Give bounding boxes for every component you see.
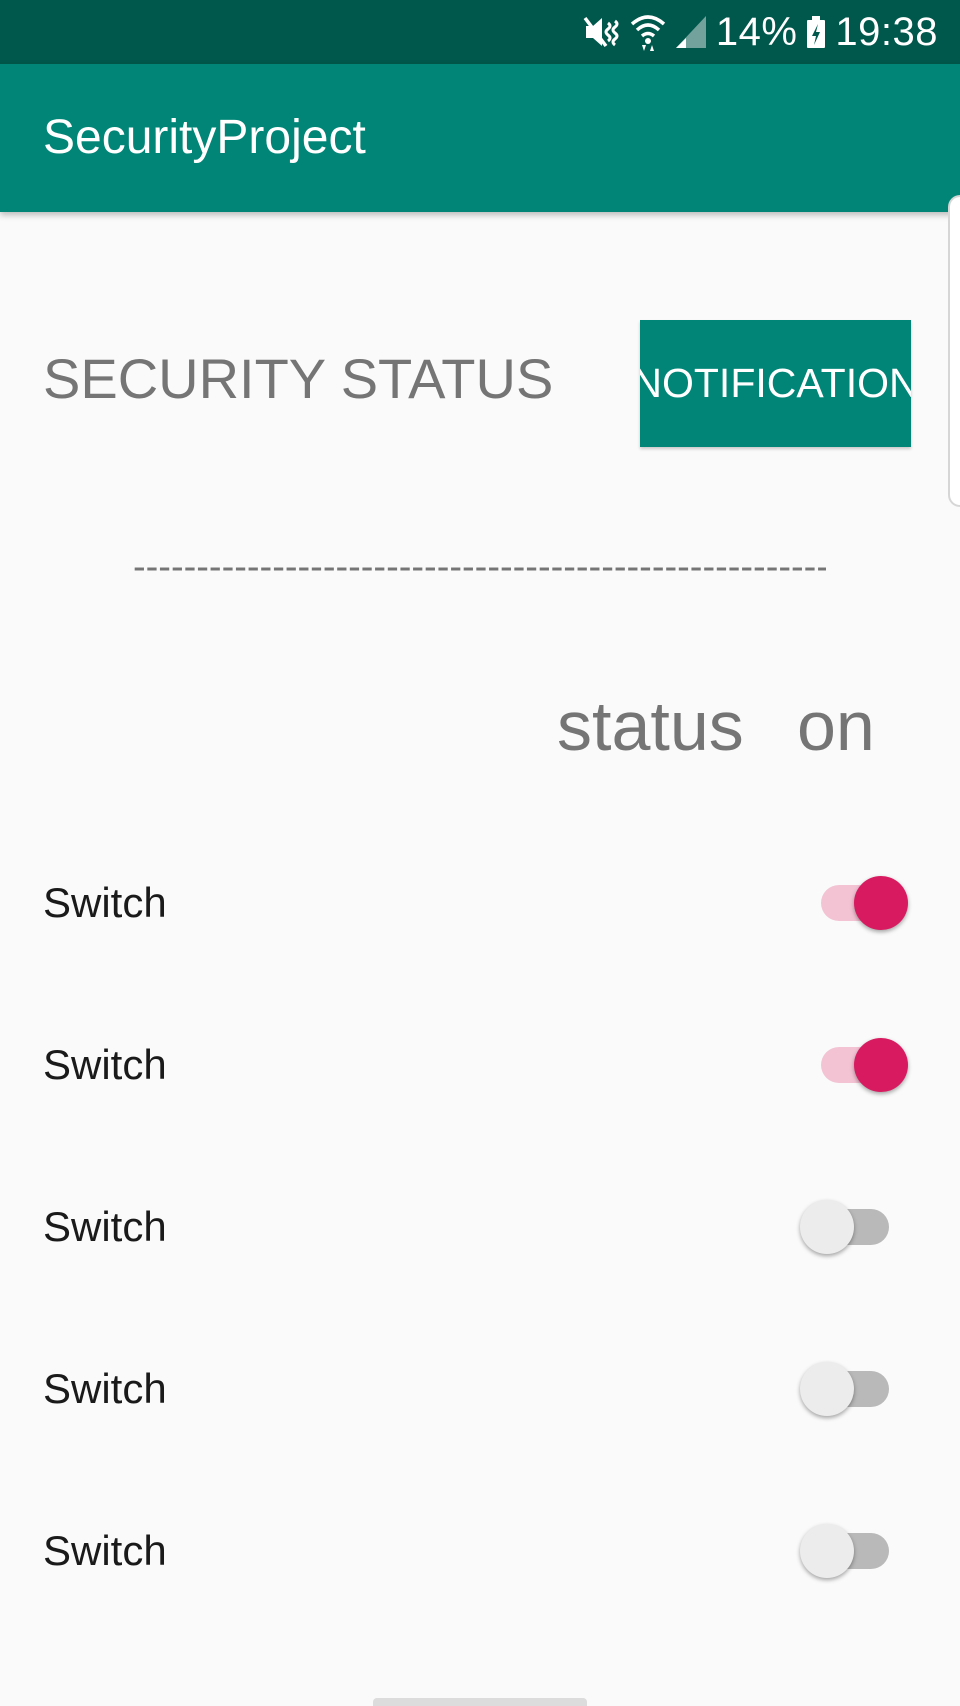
switch-thumb	[800, 1200, 854, 1254]
switch-label: Switch	[43, 1365, 167, 1412]
switch-row-3: Switch	[0, 1172, 960, 1282]
clock: 19:38	[835, 10, 938, 54]
security-status-heading: SECURITY STATUS	[43, 347, 554, 410]
bottom-nav-handle	[373, 1698, 587, 1706]
switch-label: Switch	[43, 879, 167, 926]
switch-row-5: Switch	[0, 1496, 960, 1606]
edge-panel-handle[interactable]	[948, 195, 960, 507]
switch-thumb	[854, 1038, 908, 1092]
switch-toggle-4[interactable]	[800, 1334, 912, 1444]
switch-toggle-1[interactable]	[800, 848, 912, 958]
status-label: status	[557, 687, 744, 765]
mute-vibrate-icon	[582, 0, 622, 64]
switch-row-2: Switch	[0, 1010, 960, 1120]
switch-row-1: Switch	[0, 848, 960, 958]
switch-thumb	[800, 1524, 854, 1578]
app-bar: SecurityProject	[0, 64, 960, 212]
switch-row-4: Switch	[0, 1334, 960, 1444]
switch-label: Switch	[43, 1041, 167, 1088]
separator-line: ----------------------------------------…	[133, 546, 826, 588]
switch-label: Switch	[43, 1527, 167, 1574]
status-bar: 14% 19:38	[0, 0, 960, 64]
switch-toggle-3[interactable]	[800, 1172, 912, 1282]
switch-thumb	[854, 876, 908, 930]
switch-toggle-2[interactable]	[800, 1010, 912, 1120]
switch-label: Switch	[43, 1203, 167, 1250]
cellular-signal-icon	[674, 0, 708, 64]
on-label: on	[797, 687, 875, 765]
app-title: SecurityProject	[43, 111, 366, 164]
status-icons: 14% 19:38	[582, 0, 938, 64]
battery-charging-icon	[805, 0, 827, 64]
battery-percent: 14%	[715, 10, 798, 54]
wifi-icon	[630, 0, 666, 64]
switch-thumb	[800, 1362, 854, 1416]
notification-button[interactable]: NOTIFICATION	[640, 320, 911, 447]
switch-toggle-5[interactable]	[800, 1496, 912, 1606]
